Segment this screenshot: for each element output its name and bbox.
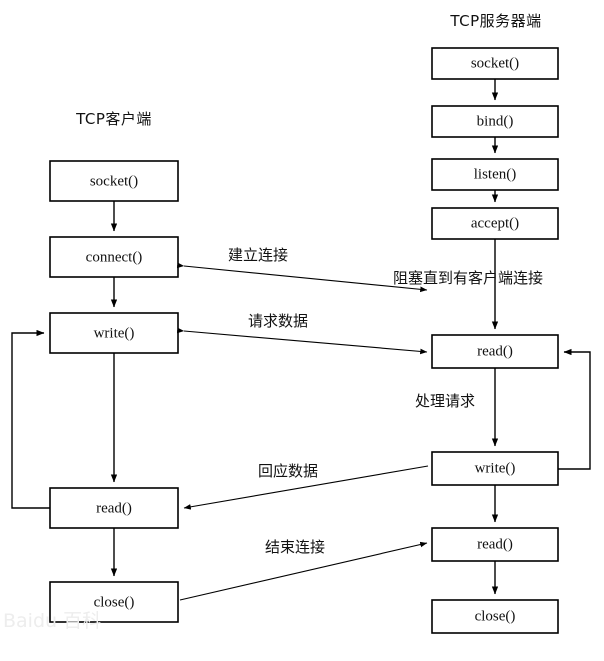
edge-server-loop-write-to-read: [558, 348, 591, 470]
client-node-close[interactable]: close(): [49, 581, 179, 623]
client-column-title: TCP客户端: [75, 110, 152, 128]
node-label: connect(): [86, 249, 143, 265]
tcp-socket-flow-diagram: TCP客户端 TCP服务器端 socket() connect() write(…: [11, 12, 591, 634]
edge-label-close-connection: 结束连接: [265, 538, 325, 556]
server-node-listen[interactable]: listen(): [431, 158, 559, 191]
node-label: read(): [477, 343, 513, 359]
edge-label-process-request: 处理请求: [415, 392, 475, 410]
edge-request-data: [176, 327, 428, 355]
edge-establish-connection: [176, 262, 428, 293]
edge-label-block-until-client: 阻塞直到有客户端连接: [393, 269, 543, 287]
server-node-bind[interactable]: bind(): [431, 105, 559, 138]
node-label: close(): [94, 594, 135, 610]
edge-client-loop-read-to-write: [11, 329, 50, 509]
node-label: read(): [96, 500, 132, 516]
node-label: close(): [475, 608, 516, 624]
node-label: accept(): [471, 215, 519, 231]
server-node-read-close[interactable]: read(): [431, 527, 559, 562]
edge-label-request-data: 请求数据: [248, 312, 308, 330]
client-node-connect[interactable]: connect(): [49, 236, 179, 278]
server-node-close[interactable]: close(): [431, 599, 559, 634]
node-label: write(): [475, 460, 516, 476]
server-node-socket[interactable]: socket(): [431, 47, 559, 80]
server-node-write[interactable]: write(): [431, 451, 559, 486]
server-node-accept[interactable]: accept(): [431, 207, 559, 240]
client-node-write[interactable]: write(): [49, 312, 179, 354]
node-label: write(): [94, 325, 135, 341]
node-label: listen(): [474, 166, 517, 182]
edge-label-establish-connection: 建立连接: [228, 246, 288, 264]
node-label: socket(): [471, 55, 519, 71]
edge-label-response-data: 回应数据: [258, 462, 318, 480]
server-column-title: TCP服务器端: [449, 12, 541, 30]
client-node-socket[interactable]: socket(): [49, 160, 179, 202]
server-node-read-request[interactable]: read(): [431, 334, 559, 369]
client-node-read[interactable]: read(): [49, 487, 179, 529]
node-label: bind(): [477, 113, 514, 129]
node-label: read(): [477, 536, 513, 552]
node-label: socket(): [90, 173, 138, 189]
